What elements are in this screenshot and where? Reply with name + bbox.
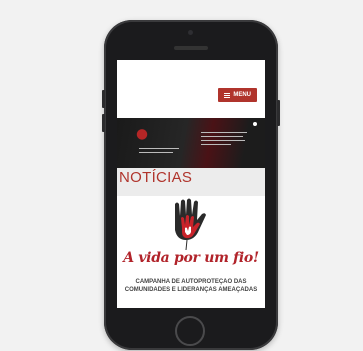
front-camera (188, 30, 193, 35)
campaign-caption: CAMPANHA DE AUTOPROTEÇÃO DAS COMUNIDADES… (117, 278, 265, 294)
volume-up-button (102, 90, 105, 108)
volume-down-button (102, 114, 105, 132)
caption-line: COMUNIDADES E LIDERANÇAS AMEAÇADAS (124, 287, 258, 293)
menu-button-label: MENU (233, 92, 251, 98)
menu-button[interactable]: MENU (218, 88, 257, 102)
banner-indicator-icon (253, 122, 257, 126)
home-button[interactable] (175, 316, 205, 346)
caption-line: CAMPANHA DE AUTOPROTEÇÃO DAS (135, 279, 247, 285)
hands-logo-icon (175, 198, 206, 250)
banner-text-line (139, 152, 173, 153)
section-spacer (117, 188, 265, 196)
banner-text-line (201, 140, 245, 141)
earpiece-speaker (174, 46, 208, 50)
site-header: MENU (117, 60, 265, 118)
smartphone-frame: MENU NOTÍCIAS A vida por um fio! CAMPANH… (102, 20, 280, 350)
phone-screen: MENU NOTÍCIAS A vida por um fio! CAMPANH… (117, 60, 265, 308)
banner-text-line (201, 132, 247, 133)
banner-logo-icon (135, 126, 149, 140)
hero-banner[interactable] (117, 118, 265, 168)
banner-text-line (139, 148, 179, 149)
power-button (277, 100, 280, 126)
hamburger-icon (224, 92, 231, 98)
banner-text-line (201, 136, 243, 137)
news-card[interactable]: A vida por um fio! CAMPANHA DE AUTOPROTE… (117, 196, 265, 308)
news-heading: NOTÍCIAS (117, 168, 265, 188)
campaign-slogan: A vida por um fio! (123, 250, 259, 266)
banner-text-line (201, 144, 231, 145)
